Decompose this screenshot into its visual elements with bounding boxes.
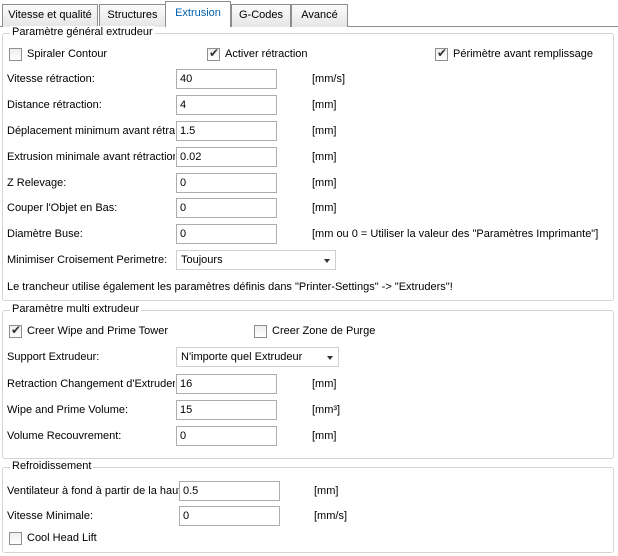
cool-head-lift-label: Cool Head Lift	[27, 532, 97, 544]
retraction-speed-input[interactable]	[176, 69, 277, 89]
extruder-change-retraction-unit: [mm]	[312, 378, 337, 390]
min-speed-unit: [mm/s]	[314, 510, 347, 522]
perimeter-before-infill-checkbox[interactable]: ✔	[435, 46, 448, 61]
retraction-distance-input[interactable]	[176, 95, 277, 115]
extruder-change-retraction-input[interactable]	[176, 374, 277, 394]
cooling-group: Refroidissement Ventilateur à fond à par…	[2, 460, 614, 553]
tab-structures[interactable]: Structures	[99, 4, 166, 27]
support-extruder-label: Support Extrudeur:	[7, 351, 100, 363]
min-travel-label: Déplacement minimum avant rétraction:	[7, 125, 175, 137]
spiral-contour-label: Spiraler Contour	[27, 48, 108, 60]
retraction-distance-unit: [mm]	[312, 99, 337, 111]
min-extrusion-label: Extrusion minimale avant rétraction:	[7, 151, 175, 163]
slicer-note: Le trancheur utilise également les param…	[7, 281, 453, 293]
min-speed-label: Vitesse Minimale:	[7, 510, 93, 522]
wipe-prime-tower-label: Creer Wipe and Prime Tower	[27, 325, 169, 337]
chevron-down-icon	[327, 356, 333, 360]
perimeter-before-infill-label: Périmètre avant remplissage	[453, 48, 594, 60]
cut-object-input[interactable]	[176, 198, 277, 218]
purge-zone-checkbox[interactable]: ✔	[254, 325, 267, 338]
nozzle-diameter-label: Diamètre Buse:	[7, 228, 83, 240]
min-extrusion-unit: [mm]	[312, 151, 337, 163]
min-travel-input[interactable]	[176, 121, 277, 141]
enable-retraction-label: Activer rétraction	[225, 48, 308, 60]
tab-strip: Vitesse et qualité Structures Extrusion …	[0, 0, 618, 27]
minimize-crossing-value: Toujours	[181, 254, 223, 266]
min-extrusion-input[interactable]	[176, 147, 277, 167]
retraction-speed-unit: [mm/s]	[312, 73, 345, 85]
cut-object-label: Couper l'Objet en Bas:	[7, 202, 118, 214]
min-speed-input[interactable]	[179, 506, 280, 526]
fan-full-height-input[interactable]	[179, 481, 280, 501]
support-extruder-select[interactable]: N'importe quel Extrudeur	[176, 347, 339, 367]
min-travel-unit: [mm]	[312, 125, 337, 137]
tab-vitesse-qualite[interactable]: Vitesse et qualité	[2, 4, 98, 27]
support-extruder-value: N'importe quel Extrudeur	[181, 351, 303, 363]
minimize-crossing-label: Minimiser Croisement Perimetre:	[7, 254, 168, 266]
multi-extruder-group: Paramètre multi extrudeur ✔ Creer Wipe a…	[2, 303, 614, 459]
tab-extrusion[interactable]: Extrusion	[165, 1, 231, 27]
overlap-volume-unit: [mm]	[312, 430, 337, 442]
general-extruder-title: Paramètre général extrudeur	[10, 26, 155, 38]
retraction-distance-label: Distance rétraction:	[7, 99, 102, 111]
z-lift-unit: [mm]	[312, 177, 337, 189]
z-lift-input[interactable]	[176, 173, 277, 193]
wipe-prime-tower-checkbox[interactable]: ✔	[9, 323, 22, 338]
overlap-volume-input[interactable]	[176, 426, 277, 446]
general-extruder-group: Paramètre général extrudeur ✔ Spiraler C…	[2, 26, 614, 301]
spiral-contour-checkbox[interactable]: ✔	[9, 48, 22, 61]
wipe-prime-volume-unit: [mm³]	[312, 404, 341, 416]
overlap-volume-label: Volume Recouvrement:	[7, 430, 122, 442]
retraction-speed-label: Vitesse rétraction:	[7, 73, 95, 85]
tab-avance[interactable]: Avancé	[291, 4, 348, 27]
z-lift-label: Z Relevage:	[7, 177, 67, 189]
wipe-prime-volume-label: Wipe and Prime Volume:	[7, 404, 129, 416]
wipe-prime-volume-input[interactable]	[176, 400, 277, 420]
chevron-down-icon	[324, 259, 330, 263]
cool-head-lift-checkbox[interactable]: ✔	[9, 532, 22, 545]
tab-gcodes[interactable]: G-Codes	[231, 4, 291, 27]
cut-object-unit: [mm]	[312, 202, 337, 214]
extruder-change-retraction-label: Retraction Changement d'Extruder:	[7, 378, 175, 390]
fan-full-height-unit: [mm]	[314, 485, 339, 497]
cooling-title: Refroidissement	[10, 460, 94, 472]
nozzle-diameter-unit: [mm ou 0 = Utiliser la valeur des "Param…	[312, 228, 599, 240]
multi-extruder-title: Paramètre multi extrudeur	[10, 303, 142, 315]
extrusion-panel: Paramètre général extrudeur ✔ Spiraler C…	[0, 26, 618, 556]
enable-retraction-checkbox[interactable]: ✔	[207, 46, 220, 61]
fan-full-height-label: Ventilateur à fond à partir de la hauteu…	[7, 485, 179, 497]
purge-zone-label: Creer Zone de Purge	[272, 325, 376, 337]
minimize-crossing-select[interactable]: Toujours	[176, 250, 336, 270]
nozzle-diameter-input[interactable]	[176, 224, 277, 244]
